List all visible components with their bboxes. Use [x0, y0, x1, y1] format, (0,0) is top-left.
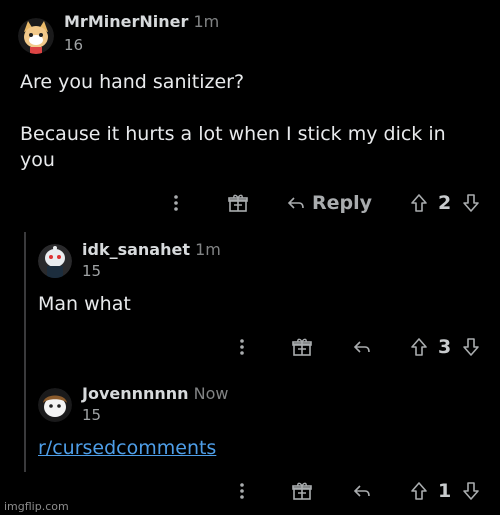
comment-score: 15: [82, 406, 102, 424]
snoo-brown-hair-avatar-icon[interactable]: [38, 388, 72, 422]
comment-body-line1: Are you hand sanitizer?: [20, 71, 245, 93]
comment-score: 16: [64, 36, 84, 54]
reply-arrow-icon: [353, 485, 370, 497]
downvote-button[interactable]: [462, 332, 480, 362]
author-row: Jovennnnnn Now: [82, 384, 229, 403]
comment-time: 1m: [193, 12, 220, 31]
upvote-button[interactable]: [410, 188, 428, 218]
comment-score: 15: [82, 262, 102, 280]
vote-count: 2: [438, 192, 452, 214]
reply-arrow-icon: [353, 341, 370, 353]
snoo-dark-avatar-icon[interactable]: [38, 244, 72, 278]
author-name[interactable]: idk_sanahet: [82, 240, 190, 259]
more-options-button[interactable]: [238, 476, 246, 506]
vote-count: 1: [438, 480, 452, 502]
upvote-arrow-icon: [411, 338, 427, 356]
comment-body-line2: Because it hurts a lot when I stick my d…: [20, 123, 446, 145]
vote-count: 3: [438, 336, 452, 358]
comment-time: 1m: [195, 240, 221, 259]
gift-icon: [292, 338, 312, 356]
award-button[interactable]: [292, 476, 312, 506]
reply-button[interactable]: [352, 332, 372, 362]
award-button[interactable]: [292, 332, 312, 362]
comment-body-line3: you: [20, 149, 55, 171]
downvote-arrow-icon: [463, 194, 479, 212]
author-row: MrMinerNiner 1m: [64, 12, 219, 31]
author-row: idk_sanahet 1m: [82, 240, 221, 259]
upvote-arrow-icon: [411, 482, 427, 500]
reply-arrow-icon: [287, 197, 304, 209]
comment-time: Now: [193, 384, 229, 403]
more-options-button[interactable]: [238, 332, 246, 362]
upvote-button[interactable]: [410, 332, 428, 362]
comment-actions: Reply 2: [0, 188, 500, 218]
reply-label: Reply: [312, 192, 373, 214]
comment-actions: 1: [0, 476, 500, 506]
award-button[interactable]: [228, 188, 248, 218]
gift-icon: [292, 482, 312, 500]
downvote-arrow-icon: [463, 338, 479, 356]
reply-button[interactable]: Reply: [286, 188, 372, 218]
subreddit-link[interactable]: r/cursedcomments: [38, 436, 216, 461]
upvote-arrow-icon: [411, 194, 427, 212]
gift-icon: [228, 194, 248, 212]
reply-button[interactable]: [352, 476, 372, 506]
comment-body: Man what: [38, 293, 131, 315]
snoo-cat-avatar-icon[interactable]: [18, 18, 54, 54]
comment-actions: 3: [0, 332, 500, 362]
imgflip-watermark: imgflip.com: [4, 500, 69, 513]
author-name[interactable]: Jovennnnnn: [82, 384, 189, 403]
author-name[interactable]: MrMinerNiner: [64, 12, 188, 31]
more-options-button[interactable]: [172, 188, 180, 218]
upvote-button[interactable]: [410, 476, 428, 506]
downvote-button[interactable]: [462, 188, 480, 218]
downvote-arrow-icon: [463, 482, 479, 500]
downvote-button[interactable]: [462, 476, 480, 506]
